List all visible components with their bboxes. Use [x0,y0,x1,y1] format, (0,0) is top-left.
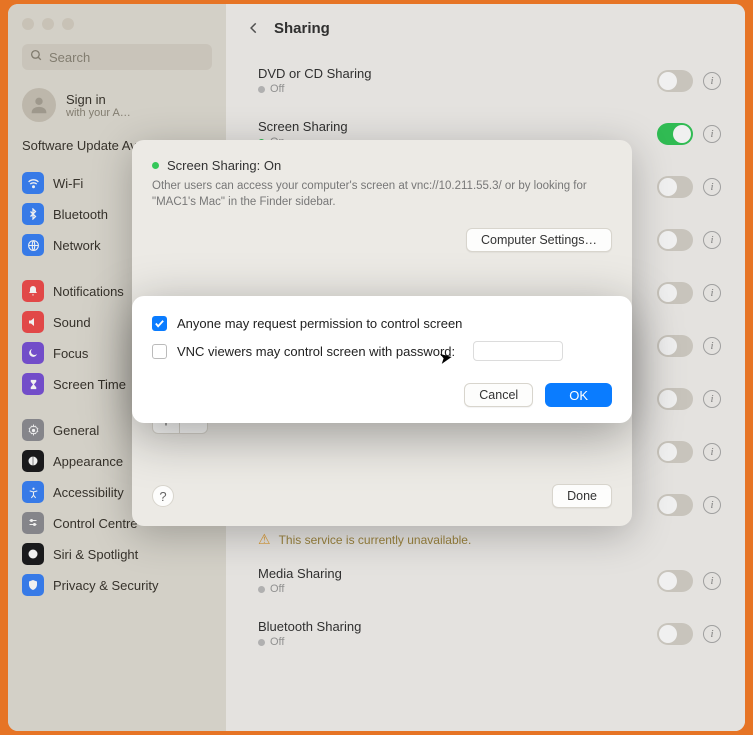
window-controls [8,4,226,40]
minimize-window-button[interactable] [42,18,54,30]
bell-icon [22,280,44,302]
sidebar-item-privacy-security[interactable]: Privacy & Security [14,570,220,600]
sheet-title: Screen Sharing: On [167,158,281,173]
sidebar-item-label: Sound [53,315,91,330]
info-icon[interactable]: i [703,337,721,355]
service-toggle[interactable] [657,70,693,92]
info-icon[interactable]: i [703,390,721,408]
appearance-icon [22,450,44,472]
anyone-request-checkbox[interactable] [152,316,167,331]
status-dot-icon [152,162,159,169]
vnc-password-checkbox[interactable] [152,344,167,359]
sidebar-item-label: Privacy & Security [53,578,158,593]
sidebar-item-label: General [53,423,99,438]
info-icon[interactable]: i [703,572,721,590]
info-icon[interactable]: i [703,178,721,196]
page-title: Sharing [274,20,330,37]
content-header: Sharing [226,4,745,50]
option-anyone-request-row[interactable]: Anyone may request permission to control… [152,316,612,331]
service-toggle[interactable] [657,388,693,410]
sheet-title-row: Screen Sharing: On [152,158,612,173]
service-name: DVD or CD Sharing [258,66,657,81]
cancel-button[interactable]: Cancel [464,383,533,407]
service-status: Off [258,636,657,648]
accessibility-icon [22,481,44,503]
service-warning: ⚠This service is currently unavailable. [246,531,725,554]
sidebar-item-label: Appearance [53,454,123,469]
wifi-icon [22,172,44,194]
privacy-icon [22,574,44,596]
option-vnc-password-label: VNC viewers may control screen with pass… [177,344,455,359]
sidebar-item-label: Wi-Fi [53,176,83,191]
done-button[interactable]: Done [552,484,612,508]
close-window-button[interactable] [22,18,34,30]
option-anyone-request-label: Anyone may request permission to control… [177,316,462,331]
search-input[interactable]: Search [22,44,212,70]
info-icon[interactable]: i [703,284,721,302]
avatar [22,88,56,122]
status-dot-icon [258,586,265,593]
service-toggle[interactable] [657,282,693,304]
service-toggle[interactable] [657,176,693,198]
network-icon [22,234,44,256]
sidebar-item-label: Accessibility [53,485,124,500]
search-placeholder: Search [49,50,90,65]
sheet-description: Other users can access your computer's s… [152,179,612,210]
ok-button[interactable]: OK [545,383,612,407]
service-toggle[interactable] [657,570,693,592]
sidebar-item-label: Network [53,238,101,253]
sidebar-item-label: Bluetooth [53,207,108,222]
service-status: Off [258,83,657,95]
sidebar-item-label: Screen Time [53,377,126,392]
computer-settings-button[interactable]: Computer Settings… [466,228,612,252]
service-row: DVD or CD Sharing Off i [246,54,725,107]
zoom-window-button[interactable] [62,18,74,30]
sidebar-item-label: Siri & Spotlight [53,547,138,562]
info-icon[interactable]: i [703,125,721,143]
status-dot-icon [258,86,265,93]
info-icon[interactable]: i [703,231,721,249]
service-name: Screen Sharing [258,119,657,134]
sidebar-item-label: Focus [53,346,88,361]
sidebar-item-siri-spotlight[interactable]: Siri & Spotlight [14,539,220,569]
info-icon[interactable]: i [703,625,721,643]
service-toggle[interactable] [657,335,693,357]
signin-subtitle: with your A… [66,107,131,119]
service-row: Media Sharing Off i [246,554,725,607]
service-toggle[interactable] [657,494,693,516]
gear-icon [22,419,44,441]
service-name: Bluetooth Sharing [258,619,657,634]
sound-icon [22,311,44,333]
service-toggle[interactable] [657,441,693,463]
help-button[interactable]: ? [152,485,174,507]
option-vnc-password-row[interactable]: VNC viewers may control screen with pass… [152,341,612,361]
service-toggle[interactable] [657,123,693,145]
service-name: Media Sharing [258,566,657,581]
sidebar-item-label: Notifications [53,284,124,299]
info-icon[interactable]: i [703,443,721,461]
sidebar-item-label: Control Centre [53,516,138,531]
signin-row[interactable]: Sign in with your A… [8,80,226,136]
computer-settings-modal: Anyone may request permission to control… [132,296,632,423]
back-button[interactable] [244,18,264,38]
hourglass-icon [22,373,44,395]
signin-text: Sign in with your A… [66,92,131,119]
warning-icon: ⚠ [258,531,271,548]
service-row: Bluetooth Sharing Off i [246,607,725,660]
info-icon[interactable]: i [703,496,721,514]
status-dot-icon [258,639,265,646]
vnc-password-input[interactable] [473,341,563,361]
siri-icon [22,543,44,565]
bluetooth-icon [22,203,44,225]
moon-icon [22,342,44,364]
control-icon [22,512,44,534]
service-toggle[interactable] [657,229,693,251]
service-toggle[interactable] [657,623,693,645]
service-status: Off [258,583,657,595]
info-icon[interactable]: i [703,72,721,90]
search-icon [30,49,43,65]
signin-title: Sign in [66,92,131,107]
